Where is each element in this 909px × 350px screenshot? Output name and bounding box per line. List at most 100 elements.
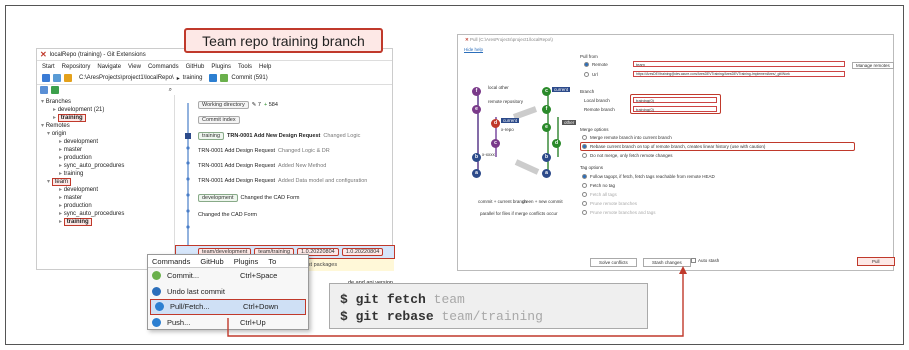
- tree-item-label: training: [63, 171, 84, 177]
- menu-item[interactable]: Help: [259, 64, 271, 70]
- fetch-icon[interactable]: [209, 74, 218, 82]
- tag-option[interactable]: Fetch all tags: [582, 192, 617, 198]
- solve-conflicts-button[interactable]: Solve conflicts: [590, 258, 637, 267]
- commit-button[interactable]: Commit (591): [231, 75, 267, 81]
- filter-icon[interactable]: [40, 86, 48, 94]
- branch-icon[interactable]: [64, 74, 72, 82]
- menu-item[interactable]: Repository: [62, 64, 91, 70]
- branch-dropdown-icon[interactable]: ▸: [177, 75, 180, 82]
- diagram-node: a: [472, 169, 481, 178]
- terminal-box: $ git fetch team $ git rebase team/traini…: [329, 283, 648, 329]
- manage-remotes-button[interactable]: Manage remotes: [852, 62, 894, 69]
- menu-item[interactable]: GitHub: [186, 64, 205, 70]
- menu-item-icon: [152, 271, 161, 281]
- search-icon[interactable]: ⌕: [169, 87, 172, 94]
- tree-item-label: sync_auto_procedures: [63, 163, 125, 169]
- app-logo-icon: ✕: [465, 37, 469, 42]
- branch-tree-panel: ▾ Branches ▸ development (21) ▸ training ▾ …: [37, 95, 175, 271]
- tree-item[interactable]: ▸ sync_auto_procedures: [37, 162, 174, 170]
- remote-select[interactable]: team: [633, 61, 845, 67]
- tree-item-label: master: [63, 195, 83, 201]
- commit-index-row[interactable]: Commit index: [176, 114, 394, 126]
- expand-icon: ▾: [47, 179, 52, 185]
- menu-item-undolastcommit[interactable]: Undo last commit: [148, 284, 308, 300]
- commit-row[interactable]: TRN-0001 Add Design Request Changed Logic…: [176, 145, 394, 157]
- tree-item[interactable]: ▸ development: [37, 186, 174, 194]
- autostash-checkbox[interactable]: Auto stash: [691, 258, 719, 264]
- tree-item-label: sync_auto_procedures: [63, 211, 125, 217]
- pull-button[interactable]: Pull: [857, 257, 895, 266]
- radio-icon: [582, 135, 587, 141]
- url-radio[interactable]: Url: [584, 72, 598, 78]
- tree-item[interactable]: ▸ training: [37, 114, 174, 122]
- tag-option[interactable]: Prune remote branches: [582, 201, 637, 207]
- stash-changes-button[interactable]: Stash changes: [643, 258, 691, 267]
- menu-item-icon: [152, 286, 161, 296]
- tree-item[interactable]: ▸ development (21): [37, 106, 174, 114]
- menu-item-push[interactable]: Push... Ctrl+Up: [148, 315, 308, 331]
- git-command: git rebase: [355, 309, 434, 324]
- menu-item[interactable]: Plugins: [211, 64, 231, 70]
- tree-item[interactable]: ▾ Branches: [37, 98, 174, 106]
- commands-menu: Commands GitHub Plugins To Commit... Ctrl+Sp…: [147, 254, 309, 330]
- tag-option[interactable]: Follow tagopt, if fetch, fetch tags reac…: [582, 174, 715, 180]
- branch-dropdown[interactable]: training: [183, 75, 203, 81]
- radio-icon: [582, 201, 587, 207]
- merge-option[interactable]: Merge remote branch into current branch: [582, 135, 672, 141]
- view-icon[interactable]: [53, 74, 61, 82]
- menu-item-pullfetch[interactable]: Pull/Fetch... Ctrl+Down: [150, 299, 306, 315]
- diagram-label: x-repo: [501, 127, 514, 132]
- commit-icon[interactable]: [220, 74, 229, 82]
- menu-item[interactable]: Navigate: [97, 64, 121, 70]
- radio-selected-icon: [584, 62, 589, 68]
- tree-item[interactable]: ▸ production: [37, 202, 174, 210]
- commit-row[interactable]: Changed the CAD Form: [176, 209, 394, 221]
- working-directory-row[interactable]: Working directory ✎ 7 + 584: [176, 99, 394, 111]
- settings-icon[interactable]: [42, 74, 50, 82]
- menu-item[interactable]: Tools: [238, 64, 252, 70]
- menu-tab[interactable]: Commands: [152, 257, 190, 266]
- menu-item-icon: [152, 317, 161, 327]
- tree-item[interactable]: ▾ team: [37, 178, 174, 186]
- refresh-icon[interactable]: [51, 86, 59, 94]
- tree-item[interactable]: ▾ origin: [37, 130, 174, 138]
- commit-row[interactable]: training TRN-0001 Add New Design Request C…: [176, 130, 394, 142]
- branch-tag: training: [198, 132, 225, 140]
- expand-icon: ▸: [53, 115, 58, 121]
- commit-row[interactable]: TRN-0001 Add Design Request Added Data mo…: [176, 175, 394, 187]
- remote-radio[interactable]: Remote: [584, 62, 608, 68]
- url-input[interactable]: https://AresDEVtraining@dev.azure.com/Ar…: [633, 71, 845, 77]
- menu-item-label: Pull/Fetch...: [170, 302, 210, 312]
- path-breadcrumb[interactable]: C:\AresProjects\project1\localRepo\: [79, 75, 174, 81]
- menu-item[interactable]: Commands: [148, 64, 179, 70]
- tree-item[interactable]: ▸ master: [37, 194, 174, 202]
- commit-row[interactable]: development Changed the CAD Form: [176, 192, 394, 204]
- merge-option[interactable]: Do not merge, only fetch remote changes: [582, 153, 673, 159]
- tree-item-label: Branches: [45, 99, 72, 105]
- tree-item[interactable]: ▸ development: [37, 138, 174, 146]
- menu-item-commit[interactable]: Commit... Ctrl+Space: [148, 268, 308, 284]
- tree-item[interactable]: ▸ master: [37, 146, 174, 154]
- commit-row[interactable]: TRN-0001 Add Design Request Added New Met…: [176, 160, 394, 172]
- tree-item[interactable]: ▾ Remotes: [37, 122, 174, 130]
- commit-message: Changed the CAD Form: [240, 195, 300, 201]
- tree-item[interactable]: ▸ production: [37, 154, 174, 162]
- menu-tab[interactable]: To: [268, 257, 276, 266]
- menu-tab[interactable]: Plugins: [234, 257, 259, 266]
- tree-item[interactable]: ▸ sync_auto_procedures: [37, 210, 174, 218]
- tree-item-label: origin: [51, 131, 67, 137]
- branch-heading: Branch: [580, 89, 595, 94]
- menu-tab[interactable]: GitHub: [200, 257, 223, 266]
- tree-item[interactable]: ▸ training: [37, 218, 174, 226]
- diagram-node: b: [472, 153, 481, 162]
- hide-help-link[interactable]: Hide help: [464, 47, 483, 52]
- tree-item[interactable]: ▸ training: [37, 170, 174, 178]
- terminal-line: $ git rebase team/training: [340, 308, 637, 325]
- tag-option[interactable]: Fetch no tag: [582, 183, 615, 189]
- working-directory: Working directory: [198, 101, 249, 109]
- menu-item[interactable]: View: [128, 64, 141, 70]
- menu-item[interactable]: Start: [42, 64, 55, 70]
- wd-added: 584: [268, 102, 278, 108]
- tag-option[interactable]: Prune remote branches and tags: [582, 210, 656, 216]
- radio-icon: [582, 183, 587, 189]
